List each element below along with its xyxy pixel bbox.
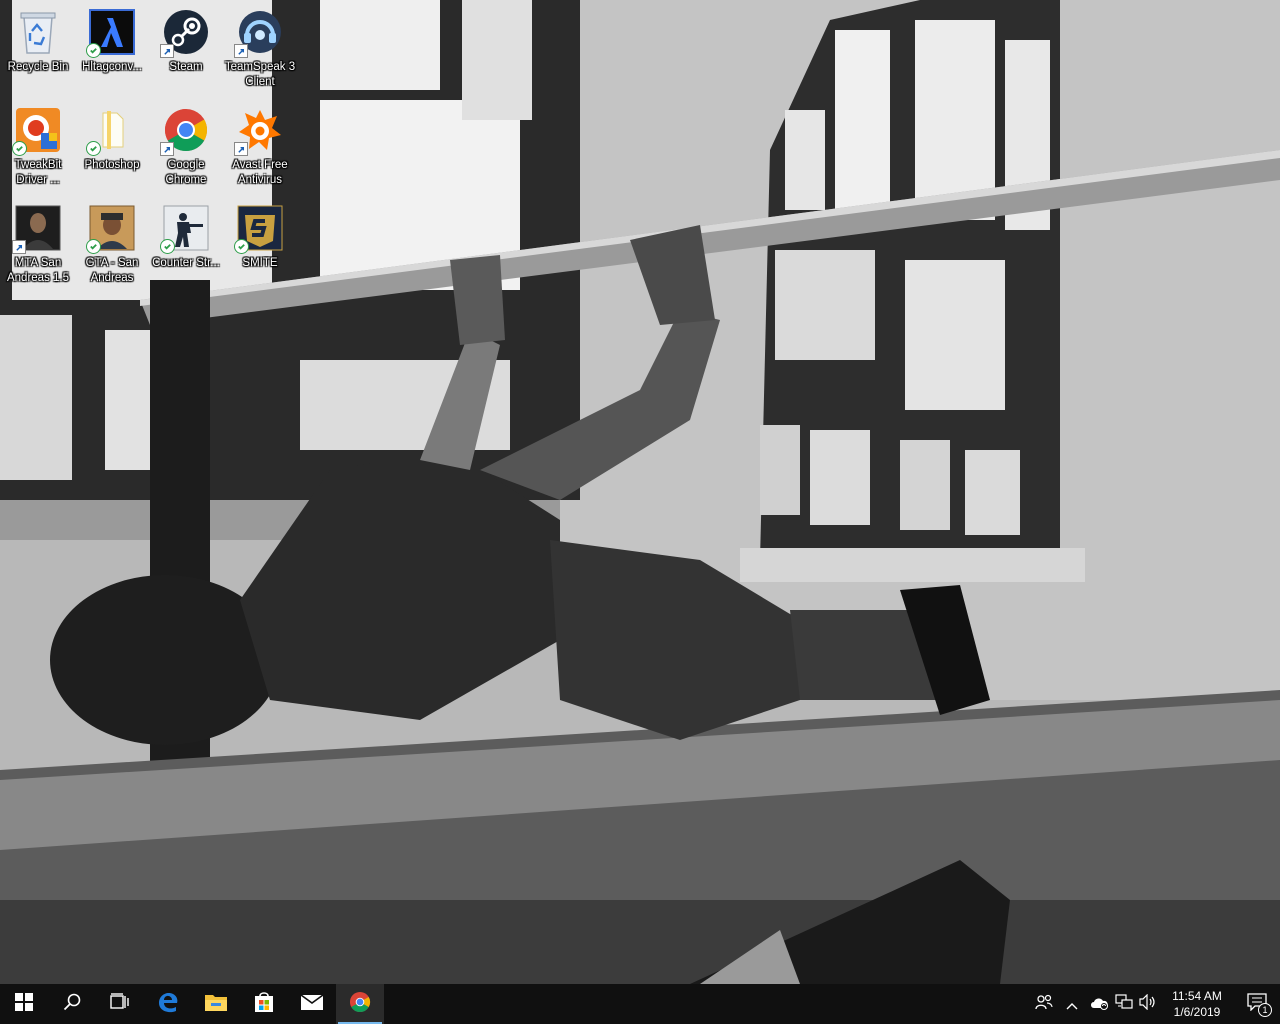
- desktop-icon-label: MTA San Andreas 1.5: [6, 257, 69, 284]
- desktop-icon-recycle-bin[interactable]: Recycle Bin: [0, 2, 76, 100]
- folder-icon: [86, 106, 136, 156]
- desktop-icon-label: Avast Free Antivirus: [232, 159, 288, 186]
- sync-check-icon: [86, 239, 101, 254]
- shortcut-arrow-icon: [234, 142, 248, 156]
- taskbar-store-button[interactable]: [240, 984, 288, 1024]
- onedrive-sync-button[interactable]: [1088, 984, 1112, 1024]
- store-icon: [253, 991, 275, 1017]
- desktop-icon-label: Hltagconv...: [82, 61, 142, 73]
- desktop-icon-label: Recycle Bin: [7, 61, 69, 73]
- steam-icon: [160, 8, 210, 58]
- desktop-icon-gta-sa[interactable]: GTA - San Andreas: [74, 198, 150, 296]
- onedrive-sync-icon: [1090, 995, 1110, 1014]
- counter-strike-icon: [160, 204, 210, 254]
- volume-icon: [1139, 993, 1157, 1014]
- shortcut-arrow-icon: [234, 44, 248, 58]
- taskbar: 11:54 AM 1/6/2019 1: [0, 984, 1280, 1024]
- taskbar-edge-button[interactable]: [144, 984, 192, 1024]
- shortcut-arrow-icon: [12, 240, 26, 254]
- desktop-icon-label: Steam: [169, 61, 203, 73]
- desktop-icon-tweakbit[interactable]: TweakBit Driver ...: [0, 100, 76, 198]
- edge-icon: [157, 991, 179, 1017]
- sync-check-icon: [234, 239, 249, 254]
- mail-icon: [300, 993, 324, 1015]
- chevron-up-icon: [1066, 995, 1078, 1014]
- desktop-icon-counter-strike[interactable]: Counter Str...: [148, 198, 224, 296]
- desktop-icon-hltagconv[interactable]: Hltagconv...: [74, 2, 150, 100]
- teamspeak-icon: [234, 8, 284, 58]
- taskbar-chrome-button[interactable]: [336, 984, 384, 1024]
- gta-sa-icon: [86, 204, 136, 254]
- network-button[interactable]: [1112, 984, 1136, 1024]
- action-center-button[interactable]: 1: [1234, 984, 1280, 1024]
- desktop-icon-label: TeamSpeak 3 Client: [224, 61, 296, 88]
- desktop-icon-label: GTA - San Andreas: [85, 257, 139, 284]
- tweakbit-icon: [12, 106, 62, 156]
- chrome-icon: [160, 106, 210, 156]
- desktop-icon-label: Photoshop: [84, 159, 140, 171]
- half-life-icon: [86, 8, 136, 58]
- desktop-icon-teamspeak[interactable]: TeamSpeak 3 Client: [222, 2, 298, 100]
- taskbar-mail-button[interactable]: [288, 984, 336, 1024]
- avast-icon: [234, 106, 284, 156]
- notification-count-badge: 1: [1258, 1003, 1272, 1017]
- smite-icon: [234, 204, 284, 254]
- desktop-icon-steam[interactable]: Steam: [148, 2, 224, 100]
- sync-check-icon: [160, 239, 175, 254]
- clock-date: 1/6/2019: [1173, 1005, 1221, 1019]
- clock-time: 11:54 AM: [1172, 989, 1222, 1003]
- search-icon: [63, 993, 81, 1015]
- file-explorer-icon: [204, 992, 228, 1016]
- desktop-icon-avast[interactable]: Avast Free Antivirus: [222, 100, 298, 198]
- desktop-icon-photoshop[interactable]: Photoshop: [74, 100, 150, 198]
- volume-button[interactable]: [1136, 984, 1160, 1024]
- desktop: Recycle Bin Hltagconv... Steam TeamSpeak…: [0, 0, 1280, 984]
- windows-start-icon: [15, 993, 33, 1015]
- mta-icon: [12, 204, 62, 254]
- desktop-icon-label: SMITE: [242, 257, 278, 269]
- desktop-icon-google-chrome[interactable]: Google Chrome: [148, 100, 224, 198]
- search-button[interactable]: [48, 984, 96, 1024]
- recycle-bin-icon: [14, 8, 62, 56]
- start-button[interactable]: [0, 984, 48, 1024]
- clock[interactable]: 11:54 AM 1/6/2019: [1160, 984, 1234, 1024]
- desktop-icon-mta[interactable]: MTA San Andreas 1.5: [0, 198, 76, 296]
- desktop-icon-smite[interactable]: SMITE: [222, 198, 298, 296]
- people-button[interactable]: [1032, 984, 1056, 1024]
- task-view-icon: [110, 993, 130, 1015]
- chrome-icon: [349, 991, 371, 1017]
- desktop-icon-label: Counter Str...: [152, 257, 220, 269]
- shortcut-arrow-icon: [160, 44, 174, 58]
- sync-check-icon: [12, 141, 27, 156]
- system-tray: 11:54 AM 1/6/2019 1: [1032, 984, 1280, 1024]
- shortcut-arrow-icon: [160, 142, 174, 156]
- people-icon: [1035, 994, 1053, 1014]
- desktop-icon-label: TweakBit Driver ...: [14, 159, 62, 186]
- taskbar-file-explorer-button[interactable]: [192, 984, 240, 1024]
- task-view-button[interactable]: [96, 984, 144, 1024]
- desktop-icon-label: Google Chrome: [165, 159, 207, 186]
- sync-check-icon: [86, 43, 101, 58]
- show-hidden-icons-button[interactable]: [1056, 984, 1088, 1024]
- network-icon: [1115, 994, 1133, 1014]
- sync-check-icon: [86, 141, 101, 156]
